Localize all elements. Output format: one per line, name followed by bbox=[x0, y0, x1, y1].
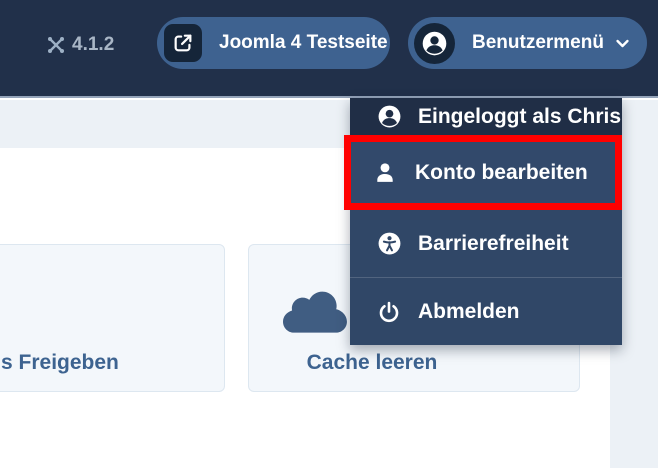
cloud-icon bbox=[283, 287, 349, 342]
logout-label: Abmelden bbox=[418, 299, 520, 323]
dropdown-item-logout[interactable]: Abmelden bbox=[350, 277, 622, 345]
user-circle-icon bbox=[414, 22, 455, 64]
edit-account-label: Konto bearbeiten bbox=[415, 160, 588, 184]
user-circle-icon bbox=[376, 104, 402, 129]
accessibility-label: Barrierefreiheit bbox=[418, 231, 569, 255]
site-preview-label: Joomla 4 Testseite bbox=[219, 32, 388, 53]
dropdown-item-edit-account[interactable]: Konto bearbeiten bbox=[344, 135, 622, 210]
power-icon bbox=[376, 300, 402, 324]
quick-action-cache-label: Cache leeren bbox=[306, 351, 438, 374]
joomla-logo-icon bbox=[46, 35, 66, 55]
joomla-version: 4.1.2 bbox=[46, 34, 114, 56]
universal-access-icon bbox=[376, 231, 402, 256]
user-icon bbox=[372, 160, 398, 186]
quick-action-checkin-tile[interactable]: s Freigeben bbox=[0, 244, 225, 392]
admin-header-bar: 4.1.2 Joomla 4 Testseite Benutzermenü bbox=[0, 0, 658, 98]
site-preview-button[interactable]: Joomla 4 Testseite bbox=[157, 17, 390, 69]
logged-in-label: Eingeloggt als Chris bbox=[418, 104, 622, 128]
external-link-icon bbox=[164, 24, 202, 62]
user-menu-button[interactable]: Benutzermenü bbox=[408, 17, 647, 69]
quick-action-checkin-label: s Freigeben bbox=[1, 351, 119, 374]
dropdown-item-accessibility[interactable]: Barrierefreiheit bbox=[350, 210, 622, 277]
version-number: 4.1.2 bbox=[72, 34, 115, 55]
chevron-down-icon bbox=[614, 35, 631, 52]
dropdown-item-logged-in: Eingeloggt als Chris bbox=[350, 98, 622, 135]
user-menu-label: Benutzermenü bbox=[472, 32, 604, 53]
